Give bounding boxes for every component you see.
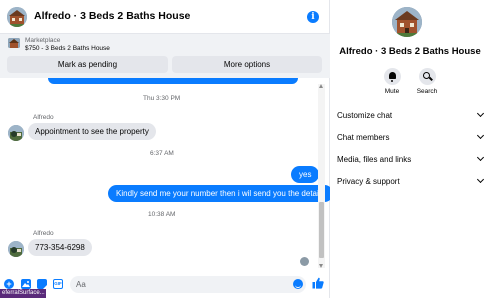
previous-outgoing-bubble [48,78,298,84]
sender-name: Alfredo [33,114,54,121]
outgoing-message[interactable]: yes [291,166,320,183]
listing-thumbnail[interactable] [8,38,20,48]
mute-label: Mute [384,88,400,95]
section-chat-members[interactable]: Chat members [337,129,487,145]
sender-name: Alfredo [33,230,54,237]
mark-as-pending-button[interactable]: Mark as pending [7,56,168,73]
mute-button[interactable]: Mute [372,68,412,95]
house-avatar[interactable] [7,7,27,27]
more-options-button[interactable]: More options [172,56,322,73]
info-icon[interactable]: i [307,11,319,23]
chevron-down-icon [476,131,485,140]
gif-icon[interactable]: GIF [53,279,63,289]
sender-avatar[interactable] [8,125,24,141]
taskbar-tooltip: eferralSurface... [0,289,46,298]
sender-avatar[interactable] [8,241,24,257]
image-icon[interactable] [21,279,31,289]
scroll-up-arrow-icon[interactable] [319,84,323,88]
section-label: Customize chat [337,110,393,120]
section-customize-chat[interactable]: Customize chat [337,107,487,123]
info-panel-title: Alfredo · 3 Beds 2 Baths House [339,46,481,57]
search-label: Search [416,88,438,95]
chat-header: Alfredo · 3 Beds 2 Baths House i [0,0,330,34]
sticker-icon[interactable] [37,279,47,289]
chevron-down-icon [476,109,485,118]
plus-icon[interactable]: + [4,279,14,289]
message-scrollbar[interactable] [318,84,325,268]
section-label: Media, files and links [337,154,412,164]
scroll-thumb[interactable] [319,202,324,258]
chevron-down-icon [476,175,485,184]
composer: + GIF [0,270,330,298]
chat-title[interactable]: Alfredo · 3 Beds 2 Baths House [34,10,190,22]
listing-source: Marketplace [25,37,61,44]
scroll-down-arrow-icon[interactable] [319,264,323,268]
marketplace-listing-bar: Marketplace $750 - 3 Beds 2 Baths House … [0,34,330,78]
timestamp: 10:38 AM [148,211,176,218]
section-label: Chat members [337,132,390,142]
chevron-down-icon [476,153,485,162]
section-privacy-support[interactable]: Privacy & support [337,173,487,189]
bell-icon[interactable] [383,68,401,85]
listing-description[interactable]: $750 - 3 Beds 2 Baths House [25,45,110,52]
message-input[interactable] [70,276,306,293]
timestamp: Thu 3:30 PM [143,95,181,102]
read-receipt-avatar [300,257,309,266]
message-list: Thu 3:30 PM Alfredo Appointment to see t… [0,78,330,270]
thumbs-up-icon[interactable] [312,277,324,289]
chat-pane: Alfredo · 3 Beds 2 Baths House i Marketp… [0,0,330,298]
outgoing-message[interactable]: Kindly send me your number then i wil se… [108,185,330,202]
emoji-icon[interactable] [293,279,303,289]
section-media-files-links[interactable]: Media, files and links [337,151,487,167]
incoming-message[interactable]: Appointment to see the property [28,123,156,140]
conversation-info-panel: Alfredo · 3 Beds 2 Baths House Mute Sear… [330,0,500,298]
search-button[interactable]: Search [407,68,447,95]
timestamp: 6:37 AM [150,150,174,157]
house-avatar-large[interactable] [392,7,422,37]
search-icon[interactable] [418,68,436,85]
section-label: Privacy & support [337,176,400,186]
incoming-message[interactable]: 773-354-6298 [28,239,92,256]
